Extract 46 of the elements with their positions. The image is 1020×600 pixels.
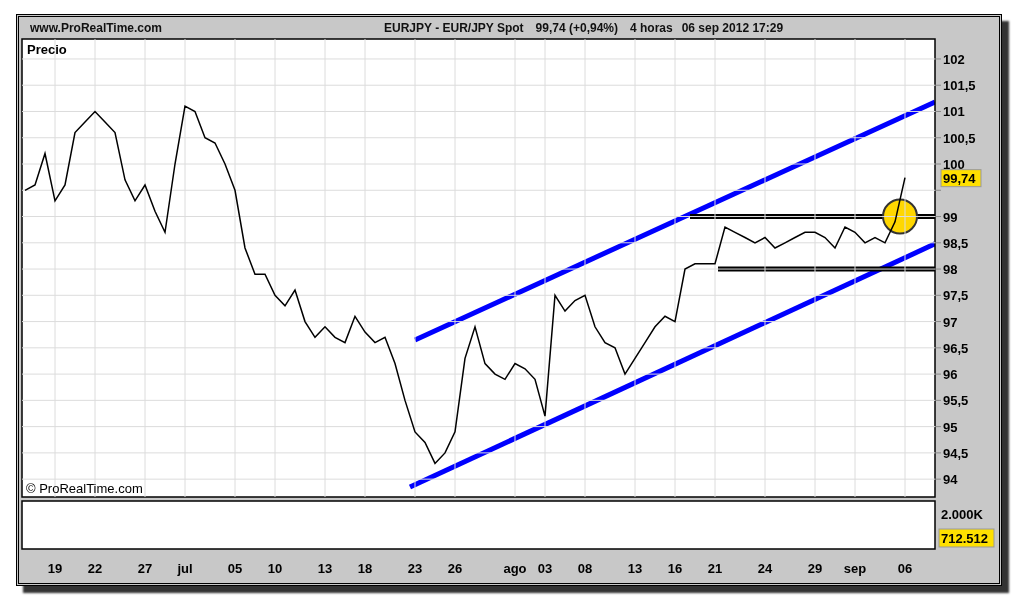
- y-axis-label: 97,5: [943, 288, 969, 304]
- y-axis-label: 97: [943, 314, 958, 330]
- x-axis-label: 26: [447, 561, 463, 576]
- x-axis-label: ago: [503, 561, 527, 576]
- datetime-text: 06 sep 2012 17:29: [681, 21, 784, 35]
- x-axis-label: 21: [707, 561, 723, 576]
- x-axis-label: 16: [667, 561, 683, 576]
- x-axis-label: sep: [843, 561, 867, 576]
- x-axis-label: 23: [407, 561, 423, 576]
- x-axis-label: 27: [137, 561, 153, 576]
- price-panel-label: Precio: [27, 42, 67, 57]
- x-axis-label: 10: [267, 561, 283, 576]
- x-axis-label: 22: [87, 561, 103, 576]
- x-axis-label: 13: [317, 561, 333, 576]
- x-axis-label: 29: [807, 561, 823, 576]
- x-axis-label: 03: [537, 561, 553, 576]
- site-name: www.ProRealTime.com: [30, 21, 164, 35]
- instrument-name: EURJPY - EUR/JPY Spot: [384, 21, 524, 35]
- y-axis-label: 99: [943, 209, 958, 225]
- y-axis-label: 95: [943, 419, 958, 435]
- quote-text: 99,74 (+0,94%): [535, 21, 618, 35]
- x-axis-label: 05: [227, 561, 243, 576]
- y-axis-label: 94,5: [943, 445, 969, 461]
- last-price-marker: 99,74: [940, 169, 982, 188]
- x-axis-label: jul: [177, 561, 193, 576]
- y-axis-label: 101: [943, 104, 965, 120]
- x-axis-label: 08: [577, 561, 593, 576]
- y-axis-label: 100: [943, 157, 965, 172]
- y-axis-label: 102: [943, 51, 965, 67]
- x-axis-label: 19: [47, 561, 63, 576]
- y-axis-label: 96,5: [943, 340, 969, 356]
- y-axis-label: 98: [943, 262, 958, 278]
- timeframe-text: 4 horas: [630, 21, 673, 35]
- x-axis-label: 13: [627, 561, 643, 576]
- last-volume-marker: 712.512: [938, 528, 995, 548]
- y-axis-label: 98,5: [943, 235, 969, 251]
- y-axis-label: 96: [943, 367, 958, 383]
- volume-scale-label: 2.000K: [941, 507, 983, 522]
- x-axis-label: 18: [357, 561, 373, 576]
- x-axis-label: 06: [897, 561, 913, 576]
- copyright-text: © ProRealTime.com: [26, 481, 143, 496]
- y-axis-label: 94: [943, 472, 958, 488]
- y-axis-label: 101,5: [943, 78, 976, 94]
- y-axis-label: 95,5: [943, 393, 969, 409]
- y-axis-label: 100,5: [943, 130, 976, 146]
- x-axis-label: 24: [757, 561, 773, 576]
